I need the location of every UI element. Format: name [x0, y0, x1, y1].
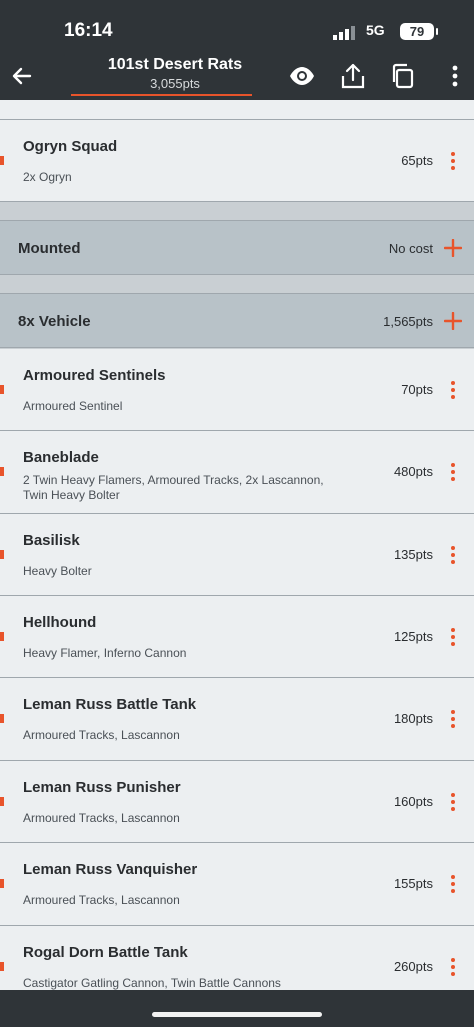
eye-icon[interactable] [288, 62, 316, 90]
unit-name: Leman Russ Battle Tank [23, 696, 197, 713]
unit-name: Leman Russ Vanquisher [23, 861, 198, 878]
unit-card[interactable]: Armoured Sentinels Armoured Sentinel 70p… [0, 349, 474, 431]
unit-card[interactable]: Ogryn Squad 2x Ogryn 65pts [0, 120, 474, 202]
unit-loadout: 2 Twin Heavy Flamers, Armoured Tracks, 2… [23, 473, 324, 502]
share-icon[interactable] [339, 62, 367, 90]
section-cost: 1,565pts [383, 314, 433, 329]
add-unit-icon[interactable] [444, 239, 462, 257]
unit-menu-icon[interactable] [450, 628, 456, 648]
battery-icon: 79 [400, 23, 438, 40]
status-bar: 16:14 5G 79 [0, 0, 474, 52]
unit-loadout: Armoured Sentinel [23, 399, 123, 413]
unit-card[interactable]: Hellhound Heavy Flamer, Inferno Cannon 1… [0, 596, 474, 678]
unit-card[interactable]: Basilisk Heavy Bolter 135pts [0, 514, 474, 596]
unit-name: Leman Russ Punisher [23, 779, 181, 796]
unit-name: Basilisk [23, 532, 80, 549]
section-header-mounted: Mounted No cost [0, 220, 474, 275]
list-item-partial [0, 100, 474, 120]
more-vertical-icon[interactable] [441, 62, 469, 90]
unit-points: 135pts [393, 547, 433, 562]
add-unit-icon[interactable] [444, 312, 462, 330]
unit-loadout: Castigator Gatling Cannon, Twin Battle C… [23, 976, 281, 990]
unit-menu-icon[interactable] [450, 875, 456, 895]
unit-menu-icon[interactable] [450, 793, 456, 813]
unit-card[interactable]: Baneblade 2 Twin Heavy Flamers, Armoured… [0, 431, 474, 514]
unit-marker [0, 879, 4, 888]
unit-loadout: Armoured Tracks, Lascannon [23, 893, 180, 907]
unit-card[interactable]: Leman Russ Vanquisher Armoured Tracks, L… [0, 843, 474, 926]
back-arrow-icon[interactable] [10, 64, 34, 88]
unit-name: Baneblade [23, 449, 99, 466]
unit-menu-icon[interactable] [450, 152, 456, 172]
unit-points: 480pts [393, 464, 433, 479]
unit-marker [0, 962, 4, 971]
unit-menu-icon[interactable] [450, 463, 456, 483]
network-label: 5G [366, 22, 385, 38]
unit-name: Ogryn Squad [23, 138, 118, 155]
signal-icon [333, 26, 355, 40]
app-bar: 101st Desert Rats 3,055pts [0, 52, 474, 100]
unit-marker [0, 385, 4, 394]
unit-marker [0, 550, 4, 559]
unit-marker [0, 156, 4, 165]
unit-card[interactable]: Leman Russ Battle Tank Armoured Tracks, … [0, 678, 474, 761]
section-label: Mounted [18, 240, 81, 257]
unit-name: Hellhound [23, 614, 97, 631]
unit-marker [0, 467, 4, 476]
page-title: 101st Desert Rats [107, 56, 243, 73]
unit-loadout: 2x Ogryn [23, 170, 72, 184]
unit-menu-icon[interactable] [450, 958, 456, 978]
roster-list[interactable]: Ogryn Squad 2x Ogryn 65pts Mounted No co… [0, 100, 474, 990]
unit-points: 125pts [393, 629, 433, 644]
unit-points: 65pts [401, 153, 433, 168]
total-points: 3,055pts [150, 76, 200, 91]
unit-loadout: Heavy Bolter [23, 564, 92, 578]
unit-loadout: Heavy Flamer, Inferno Cannon [23, 646, 187, 660]
unit-points: 260pts [393, 959, 433, 974]
unit-marker [0, 797, 4, 806]
unit-loadout: Armoured Tracks, Lascannon [23, 728, 180, 742]
unit-marker [0, 714, 4, 723]
home-indicator-bar [0, 990, 474, 1027]
section-header-vehicle: 8x Vehicle 1,565pts [0, 293, 474, 348]
section-cost: No cost [388, 241, 433, 256]
unit-loadout: Armoured Tracks, Lascannon [23, 811, 180, 825]
unit-points: 160pts [393, 794, 433, 809]
unit-name: Armoured Sentinels [23, 367, 166, 384]
unit-points: 70pts [401, 382, 433, 397]
unit-points: 155pts [393, 876, 433, 891]
title-underline [71, 94, 252, 96]
section-label: 8x Vehicle [18, 313, 91, 330]
unit-menu-icon[interactable] [450, 710, 456, 730]
status-time: 16:14 [64, 20, 113, 41]
unit-card[interactable]: Leman Russ Punisher Armoured Tracks, Las… [0, 761, 474, 843]
copy-icon[interactable] [389, 62, 417, 90]
unit-points: 180pts [393, 711, 433, 726]
unit-menu-icon[interactable] [450, 546, 456, 566]
home-indicator[interactable] [152, 1012, 322, 1017]
unit-card[interactable]: Rogal Dorn Battle Tank Castigator Gatlin… [0, 926, 474, 990]
unit-name: Rogal Dorn Battle Tank [23, 944, 188, 961]
unit-marker [0, 632, 4, 641]
unit-menu-icon[interactable] [450, 381, 456, 401]
